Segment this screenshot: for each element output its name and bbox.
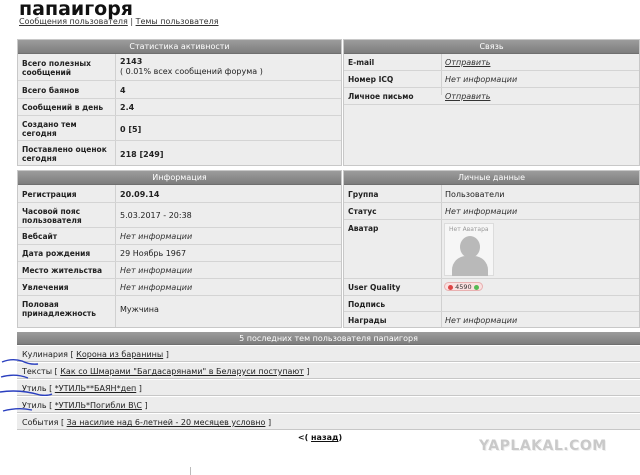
info-label: Часовой пояс пользователя: [22, 207, 82, 225]
contact-label: Личное письмо: [348, 92, 414, 101]
site-watermark: YAPLAKAL.COM: [479, 438, 607, 454]
info-value: 29 Ноябрь 1967: [120, 249, 187, 258]
info-label: Вебсайт: [22, 232, 58, 241]
email-send-link[interactable]: Отправить: [445, 58, 490, 67]
contact-label: E-mail: [348, 58, 375, 67]
info-label: Место жительства: [22, 266, 103, 275]
activity-row: Всего полезных сообщений 2143 ( 0.01% вс…: [18, 54, 341, 81]
personal-row: Статус Нет информации: [344, 203, 639, 220]
personal-header: Личные данные: [344, 171, 639, 185]
info-value: Нет информации: [120, 266, 193, 275]
info-value: Мужчина: [120, 305, 159, 314]
minus-icon: [448, 284, 453, 290]
activity-value: 218 [249]: [120, 150, 164, 159]
personal-label: Статус: [348, 207, 377, 216]
plus-icon: [473, 284, 479, 290]
contact-header: Связь: [344, 40, 639, 54]
contact-row: Личное письмо Отправить: [344, 88, 639, 105]
personal-value: Пользователи: [445, 190, 505, 199]
activity-label: Сообщений в день: [22, 103, 104, 112]
activity-value: 4: [120, 86, 126, 95]
topic-link[interactable]: За насилие над 6-летней - 20 месяцев усл…: [67, 418, 266, 427]
pm-send-link[interactable]: Отправить: [445, 92, 490, 101]
user-messages-link[interactable]: Сообщения пользователя: [19, 17, 128, 26]
info-value: Нет информации: [120, 283, 193, 292]
topic-row: События [ За насилие над 6-летней - 20 м…: [17, 414, 640, 430]
topic-row: Утиль [ *УТИЛЬ**БАЯН*деп ]: [17, 380, 640, 396]
activity-label: Всего полезных сообщений: [22, 59, 92, 77]
info-label: Половая принадлежность: [22, 300, 97, 318]
avatar-body-icon: [452, 256, 488, 276]
activity-value: 2.4: [120, 103, 135, 112]
activity-note: ( 0.01% всех сообщений форума ): [120, 67, 263, 76]
info-header: Информация: [18, 171, 341, 185]
topic-row: Утиль [ *УТИЛЬ*Погибли В\С ]: [17, 397, 640, 413]
user-quality-badge[interactable]: 4590: [444, 282, 483, 291]
personal-label: Награды: [348, 316, 387, 325]
contact-value: Нет информации: [445, 75, 518, 84]
activity-header: Статистика активности: [18, 40, 341, 54]
contact-row: Номер ICQ Нет информации: [344, 71, 639, 88]
info-label: Увлечения: [22, 283, 69, 292]
topic-row: Тексты [ Как со Шмарами "Багдасарянами" …: [17, 363, 640, 379]
personal-row: Награды Нет информации: [344, 312, 639, 328]
info-value: 5.03.2017 - 20:38: [120, 211, 192, 220]
personal-label: Аватар: [348, 224, 379, 233]
info-row: Вебсайт Нет информации: [18, 228, 341, 245]
avatar: Нет Аватара: [444, 223, 494, 276]
pager-prefix: <(: [297, 433, 309, 442]
activity-panel: Статистика активности Всего полезных соо…: [17, 39, 342, 166]
personal-label: Подпись: [348, 300, 386, 309]
activity-row: Поставлено оценок сегодня 218 [249]: [18, 141, 341, 166]
personal-row: User Quality: [344, 279, 639, 296]
user-links: Сообщения пользователя | Темы пользовате…: [19, 17, 219, 26]
info-panel: Информация Регистрация 20.09.14 Часовой …: [17, 170, 342, 328]
info-value: Нет информации: [120, 232, 193, 241]
info-row: Увлечения Нет информации: [18, 279, 341, 296]
activity-row: Всего баянов 4: [18, 81, 341, 99]
link-separator: |: [130, 17, 134, 26]
topic-link[interactable]: Корона из баранины: [76, 350, 163, 359]
info-row: Дата рождения 29 Ноябрь 1967: [18, 245, 341, 262]
info-row: Часовой пояс пользователя 5.03.2017 - 20…: [18, 203, 341, 228]
back-link[interactable]: назад: [311, 433, 338, 442]
personal-value: Нет информации: [445, 316, 518, 325]
activity-row: Сообщений в день 2.4: [18, 99, 341, 116]
personal-row: Подпись: [344, 296, 639, 312]
topic-row: Кулинария [ Корона из баранины ]: [17, 346, 640, 362]
contact-label: Номер ICQ: [348, 75, 394, 84]
info-row: Место жительства Нет информации: [18, 262, 341, 279]
info-row: Половая принадлежность Мужчина: [18, 296, 341, 328]
contact-row: E-mail Отправить: [344, 54, 639, 71]
info-label: Регистрация: [22, 190, 77, 199]
pen-scribble-marks: [0, 359, 53, 412]
activity-row: Создано тем сегодня 0 [5]: [18, 116, 341, 141]
avatar-text: Нет Аватара: [449, 226, 489, 233]
divider: [190, 467, 191, 475]
info-value: 20.09.14: [120, 190, 160, 199]
user-topics-link[interactable]: Темы пользователя: [136, 17, 219, 26]
pager-suffix: ): [338, 433, 343, 442]
topics-header: 5 последних тем пользователя папаигоря: [17, 332, 640, 345]
avatar-head-icon: [460, 236, 480, 258]
info-label: Дата рождения: [22, 249, 91, 258]
user-quality-value: 4590: [455, 283, 472, 291]
personal-label: User Quality: [348, 283, 401, 292]
activity-label: Создано тем сегодня: [22, 120, 77, 138]
topic-link[interactable]: Как со Шмарами "Багдасарянами" в Беларус…: [60, 367, 304, 376]
info-row: Регистрация 20.09.14: [18, 185, 341, 203]
activity-label: Поставлено оценок сегодня: [22, 145, 107, 163]
activity-label: Всего баянов: [22, 86, 80, 95]
contact-panel: Связь E-mail Отправить Номер ICQ Нет инф…: [343, 39, 640, 166]
activity-value: 2143: [120, 57, 143, 66]
personal-row: Группа Пользователи: [344, 185, 639, 203]
activity-value: 0 [5]: [120, 125, 142, 134]
personal-label: Группа: [348, 190, 379, 199]
personal-value: Нет информации: [445, 207, 518, 216]
